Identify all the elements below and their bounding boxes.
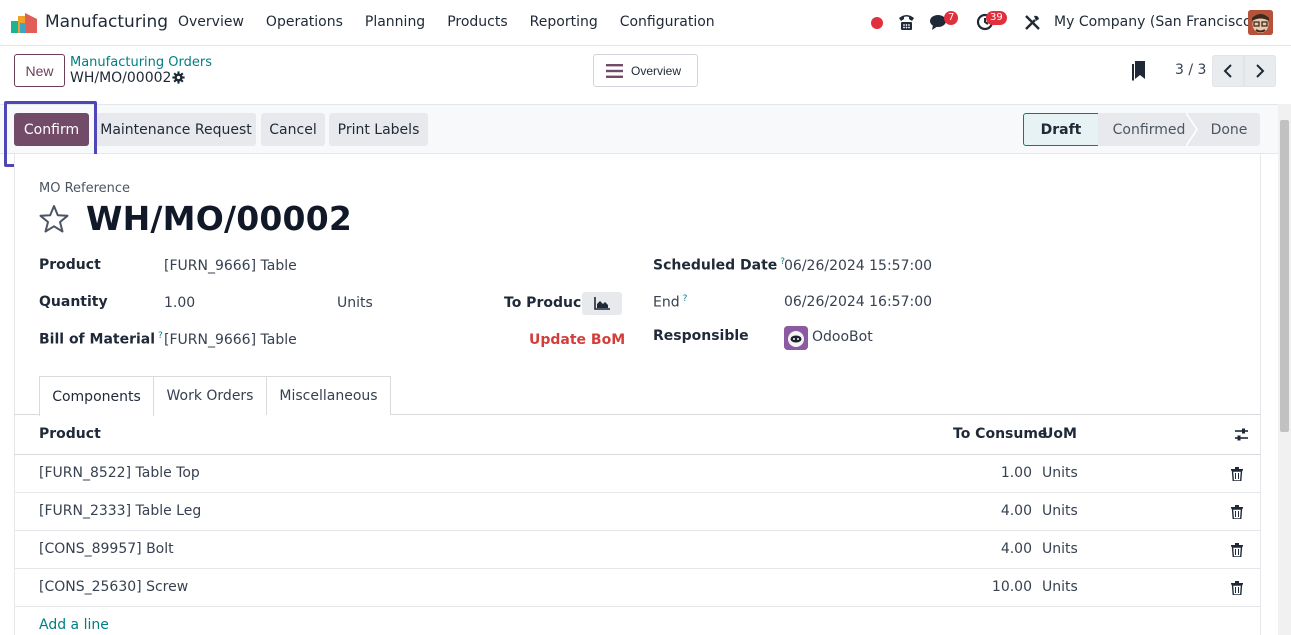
company-switcher[interactable]: My Company (San Francisco): [1054, 14, 1257, 30]
trash-icon[interactable]: [1231, 543, 1243, 557]
row-uom[interactable]: Units: [1042, 579, 1078, 595]
messages-badge: 7: [944, 11, 959, 25]
menu-reporting[interactable]: Reporting: [530, 14, 598, 30]
menu-configuration[interactable]: Configuration: [620, 14, 715, 30]
pager-previous-button[interactable]: [1212, 55, 1244, 87]
responsible-field[interactable]: OdooBot: [812, 329, 873, 345]
menu-overview[interactable]: Overview: [178, 14, 244, 30]
row-product[interactable]: [FURN_8522] Table Top: [39, 465, 200, 481]
optional-columns-icon[interactable]: [1234, 427, 1249, 442]
bom-label: Bill of Material?: [39, 331, 163, 348]
cancel-button[interactable]: Cancel: [261, 113, 325, 146]
responsible-label: Responsible: [653, 328, 749, 344]
breadcrumb-parent[interactable]: Manufacturing Orders: [70, 55, 212, 70]
phone-icon[interactable]: [897, 13, 916, 31]
row-product[interactable]: [FURN_2333] Table Leg: [39, 503, 201, 519]
activities-badge: 39: [986, 11, 1007, 25]
table-row[interactable]: [FURN_8522] Table Top 1.00 Units: [14, 455, 1261, 493]
scheduled-date-label: Scheduled Date?: [653, 257, 786, 274]
row-product[interactable]: [CONS_89957] Bolt: [39, 541, 174, 557]
end-label: End?: [653, 294, 688, 311]
maintenance-request-button[interactable]: Maintenance Request: [96, 113, 256, 146]
col-uom[interactable]: UoM: [1042, 426, 1077, 442]
row-to-consume[interactable]: 10.00: [952, 579, 1032, 595]
print-labels-button[interactable]: Print Labels: [329, 113, 428, 146]
forecast-chart-button[interactable]: [582, 292, 622, 315]
confirm-button[interactable]: Confirm: [14, 113, 89, 146]
to-produce-label: To Produce: [504, 295, 591, 311]
menu-products[interactable]: Products: [447, 14, 507, 30]
table-row[interactable]: [CONS_25630] Screw 10.00 Units: [14, 569, 1261, 607]
area-chart-icon: [594, 297, 610, 310]
manufacturing-app-icon[interactable]: [11, 13, 37, 33]
end-help-icon[interactable]: ?: [683, 294, 688, 304]
main-menu: Overview Operations Planning Products Re…: [178, 14, 737, 30]
stage-done[interactable]: Done: [1198, 113, 1260, 146]
trash-icon[interactable]: [1231, 581, 1243, 595]
bom-field[interactable]: [FURN_9666] Table: [164, 332, 297, 348]
add-line-link[interactable]: Add a line: [39, 617, 109, 633]
scrollbar-thumb[interactable]: [1280, 120, 1289, 432]
chevron-left-icon: [1223, 64, 1232, 78]
chevron-right-icon: [1256, 64, 1265, 78]
row-uom[interactable]: Units: [1042, 465, 1078, 481]
scheduled-date-field[interactable]: 06/26/2024 15:57:00: [784, 258, 932, 274]
end-date-field[interactable]: 06/26/2024 16:57:00: [784, 294, 932, 310]
col-to-consume[interactable]: To Consume: [953, 426, 1047, 442]
tab-miscellaneous[interactable]: Miscellaneous: [267, 376, 391, 415]
breadcrumb-current: WH/MO/00002: [70, 70, 172, 86]
mo-title: WH/MO/00002: [86, 199, 353, 238]
trash-icon[interactable]: [1231, 505, 1243, 519]
table-row[interactable]: [CONS_89957] Bolt 4.00 Units: [14, 531, 1261, 569]
pager-value[interactable]: 3 / 3: [1175, 62, 1206, 78]
menu-planning[interactable]: Planning: [365, 14, 425, 30]
trash-icon[interactable]: [1231, 467, 1243, 481]
recording-dot-icon[interactable]: [871, 17, 883, 29]
components-table-header: Product To Consume UoM: [14, 415, 1261, 455]
stage-draft[interactable]: Draft: [1023, 113, 1099, 146]
mo-reference-label: MO Reference: [39, 181, 131, 196]
row-to-consume[interactable]: 1.00: [952, 465, 1032, 481]
update-bom-button[interactable]: Update BoM: [529, 332, 625, 348]
user-avatar[interactable]: [1248, 10, 1273, 35]
quantity-uom[interactable]: Units: [337, 295, 373, 311]
tools-icon[interactable]: [1024, 14, 1041, 31]
tab-components[interactable]: Components: [39, 376, 154, 416]
top-navbar: Manufacturing Overview Operations Planni…: [0, 0, 1291, 46]
odoobot-avatar: [784, 326, 808, 350]
stage-confirmed[interactable]: Confirmed: [1098, 113, 1186, 146]
overview-label: Overview: [631, 63, 682, 78]
pager-next-button[interactable]: [1244, 55, 1276, 87]
stage-arrow-icon: [1186, 113, 1198, 146]
quantity-label: Quantity: [39, 294, 108, 310]
new-button[interactable]: New: [14, 54, 65, 87]
row-uom[interactable]: Units: [1042, 503, 1078, 519]
col-product[interactable]: Product: [39, 426, 101, 442]
app-name[interactable]: Manufacturing: [45, 12, 168, 32]
menu-operations[interactable]: Operations: [266, 14, 343, 30]
hamburger-icon: [606, 63, 623, 78]
row-to-consume[interactable]: 4.00: [952, 503, 1032, 519]
product-field[interactable]: [FURN_9666] Table: [164, 258, 297, 274]
status-bar: Draft Confirmed Done: [1023, 113, 1260, 146]
quantity-field[interactable]: 1.00: [164, 295, 195, 311]
row-uom[interactable]: Units: [1042, 541, 1078, 557]
row-product[interactable]: [CONS_25630] Screw: [39, 579, 188, 595]
overview-button[interactable]: Overview: [593, 54, 698, 87]
gear-icon[interactable]: [172, 71, 185, 84]
bom-help-icon[interactable]: ?: [158, 331, 163, 341]
product-label: Product: [39, 257, 101, 273]
star-icon[interactable]: [38, 204, 70, 234]
form-tabs: Components Work Orders Miscellaneous: [14, 376, 1261, 416]
table-row[interactable]: [FURN_2333] Table Leg 4.00 Units: [14, 493, 1261, 531]
row-to-consume[interactable]: 4.00: [952, 541, 1032, 557]
tab-work-orders[interactable]: Work Orders: [154, 376, 267, 415]
bookmark-icon[interactable]: [1131, 61, 1147, 81]
